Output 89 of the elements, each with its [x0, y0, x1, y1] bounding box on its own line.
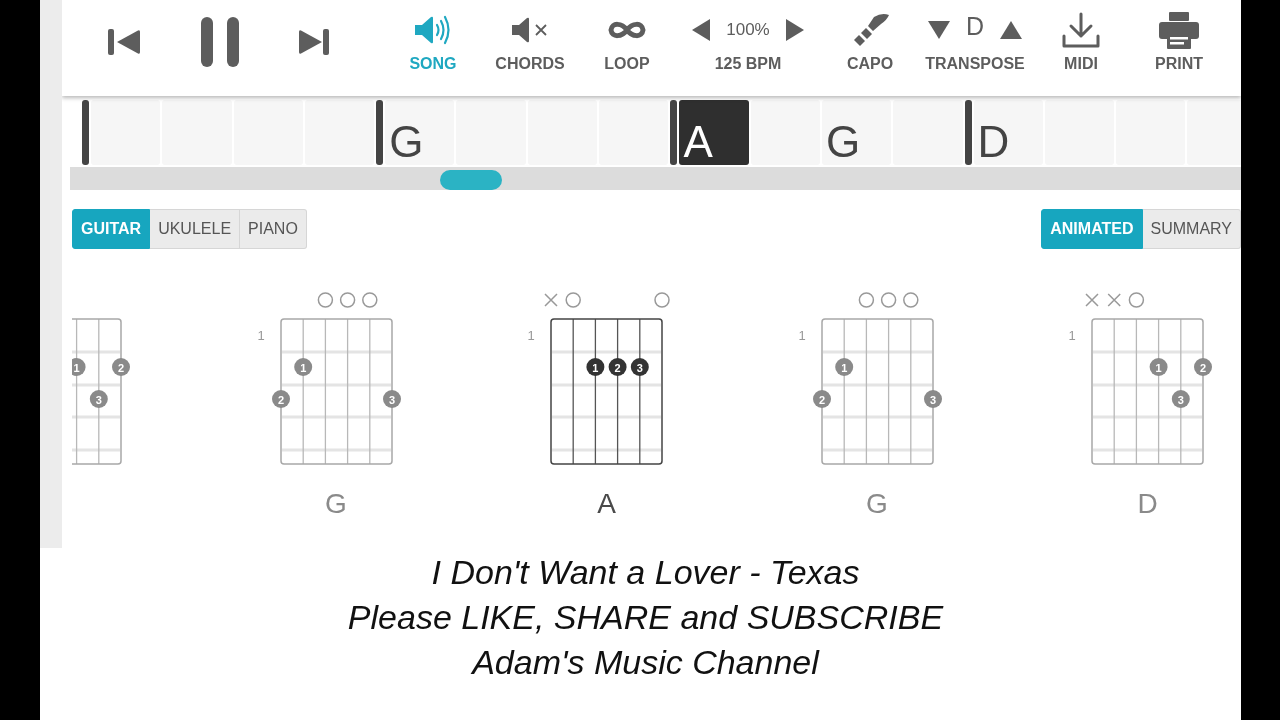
bar-line	[376, 100, 384, 165]
scrollbar-thumb[interactable]	[440, 170, 502, 190]
midi-button[interactable]: MIDI	[1062, 14, 1100, 74]
tempo-bpm: 125 BPM	[714, 54, 782, 74]
chords-button[interactable]: CHORDS	[495, 14, 565, 74]
caption-line: Please LIKE, SHARE and SUBSCRIBE	[347, 597, 944, 638]
previous-button[interactable]	[108, 29, 140, 55]
pause-icon	[201, 17, 239, 67]
infinity-icon	[607, 20, 647, 40]
finger-dot: 2	[271, 390, 290, 408]
open-string-icon	[654, 292, 670, 308]
chord-name: G	[325, 488, 347, 519]
finger-dot: 3	[89, 390, 108, 408]
finger-dot: 2	[112, 358, 130, 376]
chord-name: D	[1137, 488, 1158, 519]
open-string-icon	[361, 292, 378, 308]
caption-line: Adam's Music Channel	[472, 642, 819, 683]
fret-number: 1	[256, 327, 265, 343]
skip-back-icon	[108, 29, 140, 55]
triangle-up-icon	[1000, 21, 1023, 39]
print-icon	[1159, 11, 1199, 49]
beat-cell[interactable]	[599, 100, 669, 165]
capo-button[interactable]: CAPO	[846, 14, 894, 74]
open-string-icon	[1128, 292, 1145, 308]
beat-cell[interactable]	[750, 100, 820, 165]
bar-line	[82, 100, 89, 165]
bar-line	[964, 100, 972, 165]
beat-cell[interactable]	[456, 100, 526, 165]
beat-cell[interactable]	[1116, 100, 1186, 165]
finger-dot: 2	[608, 358, 627, 376]
chord-name: A	[597, 488, 616, 519]
finger-dot: 1	[293, 358, 312, 376]
beat-cell[interactable]	[1044, 100, 1115, 165]
beat-cell[interactable]	[304, 100, 375, 165]
beat-cell[interactable]: G	[821, 100, 892, 165]
open-string-icon	[880, 292, 896, 308]
next-button[interactable]	[299, 29, 329, 55]
beat-cell[interactable]	[91, 100, 161, 165]
triangle-left-icon	[692, 19, 711, 41]
slower-button[interactable]	[692, 19, 711, 41]
finger-dot: 3	[382, 390, 401, 408]
faster-button[interactable]	[785, 19, 804, 41]
open-string-icon	[902, 292, 919, 308]
triangle-down-icon	[927, 21, 950, 39]
open-string-icon	[317, 292, 333, 308]
view-tab[interactable]: SUMMARY	[1142, 209, 1241, 249]
fret-number: 1	[527, 327, 535, 343]
muted-string-icon	[1085, 293, 1099, 307]
beat-cell[interactable]: A	[679, 100, 749, 165]
finger-dot: 1	[586, 358, 605, 376]
speaker-icon	[414, 15, 452, 45]
finger-dot: 3	[630, 358, 649, 376]
finger-dot: 2	[1194, 358, 1212, 376]
fret-number: 1	[797, 327, 806, 343]
transpose-down-button[interactable]	[927, 21, 950, 39]
chord-name: G	[866, 488, 888, 519]
beat-cell[interactable]	[1187, 100, 1241, 165]
muted-string-icon	[544, 293, 558, 307]
instrument-tab[interactable]: PIANO	[240, 209, 307, 249]
beat-cell[interactable]	[893, 100, 963, 165]
finger-dot: 2	[812, 390, 831, 408]
beat-cell[interactable]: G	[385, 100, 455, 165]
loop-button[interactable]: LOOP	[604, 14, 650, 74]
finger-dot: 3	[1171, 390, 1190, 408]
download-icon	[1062, 12, 1100, 48]
transpose-label: TRANSPOSE	[925, 54, 1025, 74]
open-string-icon	[339, 292, 355, 308]
key-name: D	[965, 13, 985, 39]
pause-button[interactable]	[201, 17, 239, 67]
print-button[interactable]: PRINT	[1155, 14, 1203, 74]
open-string-icon	[565, 292, 581, 308]
bar-line	[670, 100, 678, 165]
instrument-tab[interactable]: UKULELE	[150, 209, 241, 249]
open-string-icon	[858, 292, 874, 308]
transpose-up-button[interactable]	[1000, 21, 1023, 39]
beat-cell[interactable]	[233, 100, 303, 165]
beat-cell[interactable]: D	[973, 100, 1043, 165]
muted-string-icon	[1107, 293, 1121, 307]
finger-dot: 1	[834, 358, 853, 376]
finger-dot: 1	[1149, 358, 1168, 376]
caption-line: I Don't Want a Lover - Texas	[431, 552, 860, 593]
finger-dot: 3	[923, 390, 942, 408]
muted-speaker-icon	[511, 17, 549, 43]
triangle-right-icon	[785, 19, 804, 41]
skip-forward-icon	[299, 29, 329, 55]
beat-cell[interactable]	[527, 100, 598, 165]
fret-number: 1	[1068, 327, 1076, 343]
beat-cell[interactable]	[162, 100, 232, 165]
tempo-percent: 100%	[726, 20, 770, 40]
